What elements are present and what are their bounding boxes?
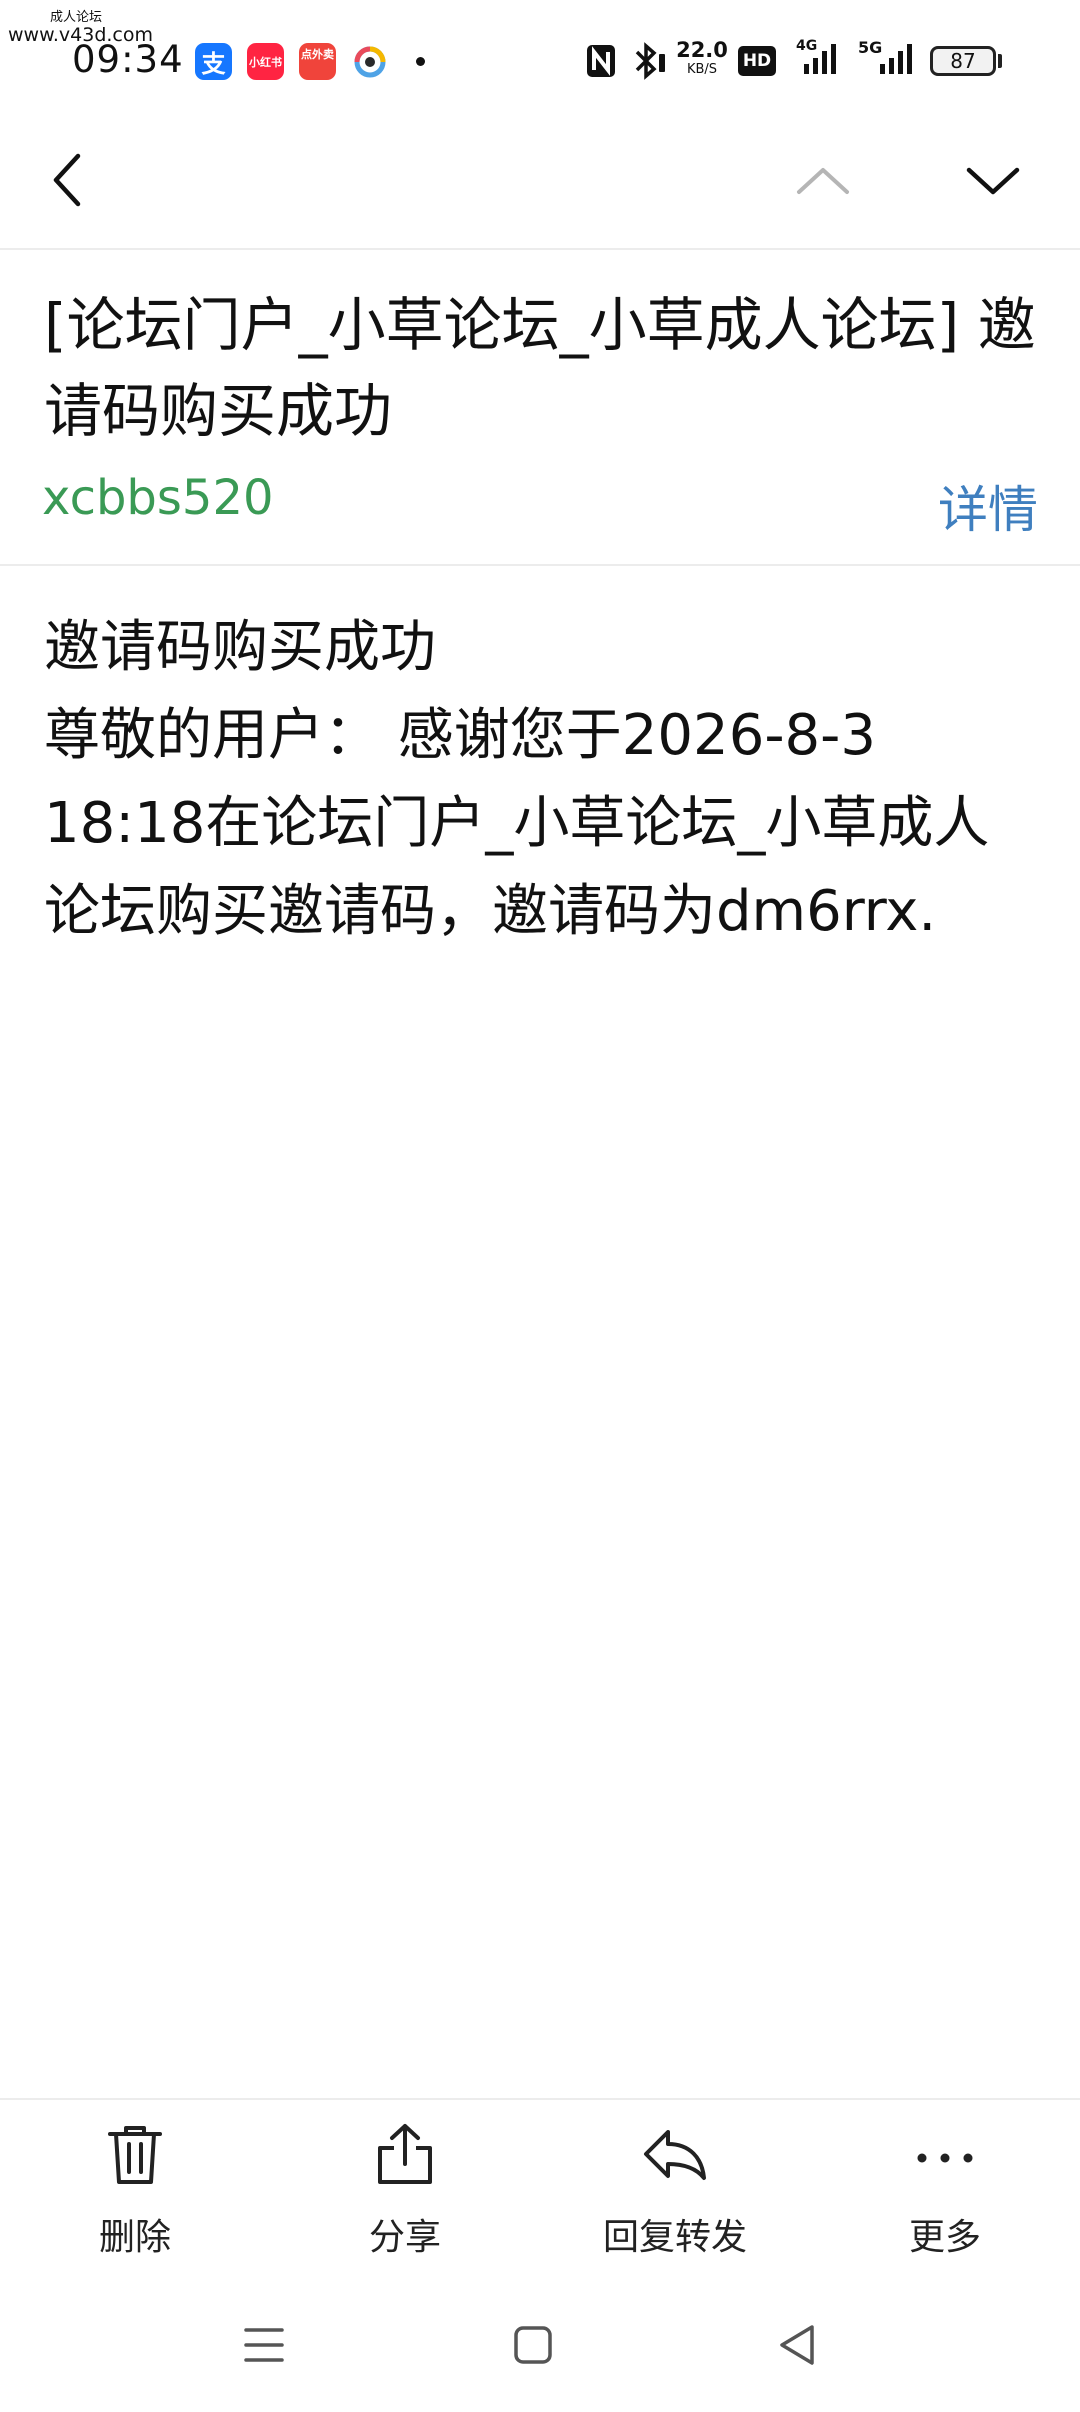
sender-name[interactable]: xcbbs520 xyxy=(42,470,274,526)
more-dots-icon xyxy=(917,2153,973,2163)
chevron-left-icon xyxy=(53,153,81,207)
nfc-icon xyxy=(586,44,616,82)
details-link[interactable]: 详情 xyxy=(938,470,1038,542)
toolbar-divider xyxy=(0,2098,1080,2100)
chevron-down-icon xyxy=(966,167,1020,195)
status-time: 09:34 xyxy=(72,38,184,81)
network-speed: 22.0 KB/S xyxy=(676,38,728,77)
reply-forward-label: 回复转发 xyxy=(602,2217,747,2258)
reply-forward-button[interactable]: 回复转发 xyxy=(575,2120,775,2260)
xiaohongshu-icon: 小红书 xyxy=(247,43,284,80)
reply-icon xyxy=(644,2130,706,2180)
share-button[interactable]: 分享 xyxy=(305,2120,505,2260)
delete-button[interactable]: 删除 xyxy=(35,2120,235,2260)
alipay-icon: 支 xyxy=(195,43,232,80)
header-divider xyxy=(0,248,1080,250)
recents-button[interactable] xyxy=(244,2320,284,2374)
trash-icon xyxy=(108,2126,162,2184)
system-back-button[interactable] xyxy=(776,2320,820,2374)
camera-app-icon xyxy=(351,43,388,80)
more-button[interactable]: 更多 xyxy=(845,2120,1045,2260)
home-square-icon xyxy=(514,2326,552,2364)
menu-icon xyxy=(244,2328,284,2362)
battery-tip xyxy=(998,54,1002,68)
previous-message-button[interactable] xyxy=(793,150,853,210)
body-line: 尊敬的用户： 感谢您于2026-8-3 18:18在论坛门户_小草论坛_小草成人… xyxy=(44,703,990,944)
chevron-up-icon xyxy=(797,168,849,194)
bluetooth-icon xyxy=(632,42,668,84)
home-button[interactable] xyxy=(512,2320,556,2374)
next-message-button[interactable] xyxy=(963,150,1023,210)
share-label: 分享 xyxy=(368,2217,441,2258)
more-label: 更多 xyxy=(908,2217,981,2258)
share-icon xyxy=(378,2124,432,2184)
food-delivery-icon: 点外卖 xyxy=(299,43,336,80)
delete-label: 删除 xyxy=(98,2217,171,2258)
message-subject: [论坛门户_小草论坛_小草成人论坛] 邀请码购买成功 xyxy=(44,291,1036,445)
triangle-back-icon xyxy=(780,2325,814,2365)
back-button[interactable] xyxy=(40,150,100,210)
watermark-title: 成人论坛 xyxy=(50,10,103,25)
body-line: 邀请码购买成功 xyxy=(44,615,436,680)
signal-4g-icon: 4G xyxy=(796,38,842,82)
notification-dot xyxy=(416,57,425,66)
hd-voice-icon: HD xyxy=(738,46,776,76)
battery-indicator: 87 xyxy=(930,46,996,76)
message-body: 邀请码购买成功 尊敬的用户： 感谢您于2026-8-3 18:18在论坛门户_小… xyxy=(44,604,1044,956)
signal-5g-icon: 5G xyxy=(856,38,918,82)
subject-divider xyxy=(0,564,1080,566)
